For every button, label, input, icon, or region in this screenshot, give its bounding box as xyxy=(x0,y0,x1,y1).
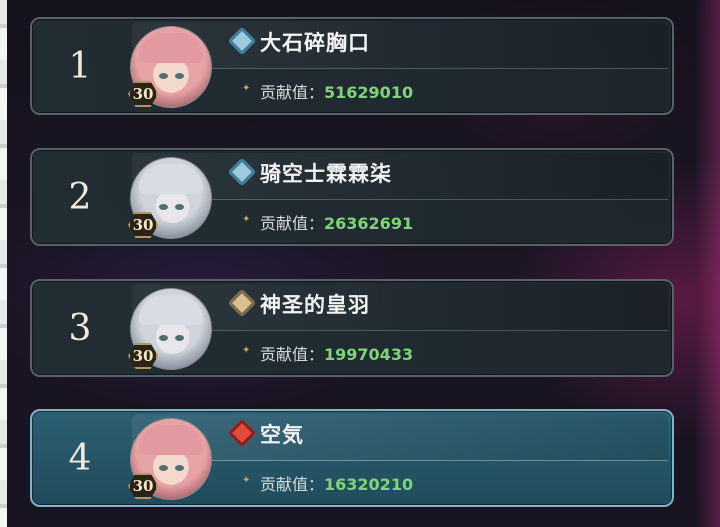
contribution-row: 贡献值：16320210 xyxy=(260,471,413,495)
star-icon: ✦ xyxy=(242,475,251,486)
avatar-eye xyxy=(159,73,168,79)
contribution-row: 贡献值：19970433 xyxy=(260,341,413,365)
name-band xyxy=(132,22,668,69)
name-band xyxy=(132,284,668,331)
rank-number: 1 xyxy=(68,45,92,87)
contribution-value: 16320210 xyxy=(324,475,414,494)
star-icon: ✦ xyxy=(242,83,251,94)
avatar-eye xyxy=(159,335,168,341)
avatar-eye xyxy=(175,204,184,210)
contribution-value: 19970433 xyxy=(324,345,414,364)
background-right-edge xyxy=(696,0,720,527)
contribution-row: 贡献值：51629010 xyxy=(260,79,413,103)
avatar-hair xyxy=(139,425,203,455)
contribution-value: 26362691 xyxy=(324,214,414,233)
avatar-hair xyxy=(139,164,203,194)
leaderboard-entry[interactable]: 2 30 骑空士霖霖柒 ✦ 贡献值：26362691 xyxy=(30,148,674,246)
player-name: 骑空士霖霖柒 xyxy=(260,162,392,186)
avatar-eye xyxy=(175,465,184,471)
contribution-label: 贡献值： xyxy=(260,83,325,102)
rank-number: 4 xyxy=(68,437,92,479)
contribution-label: 贡献值： xyxy=(260,475,325,494)
leaderboard-entry-self[interactable]: 4 30 空気 ✦ 贡献值：16320210 xyxy=(30,409,674,507)
avatar-hair xyxy=(139,33,203,63)
avatar-eye xyxy=(175,335,184,341)
rank-number: 3 xyxy=(68,307,92,349)
avatar-eye xyxy=(175,73,184,79)
player-name: 大石碎胸口 xyxy=(260,31,370,55)
name-band xyxy=(132,153,668,200)
avatar-eye xyxy=(159,204,168,210)
rank-number: 2 xyxy=(68,176,92,218)
star-icon: ✦ xyxy=(242,345,251,356)
background-left-edge xyxy=(0,0,7,527)
player-name: 神圣的皇羽 xyxy=(260,293,370,317)
leaderboard-entry[interactable]: 1 30 大石碎胸口 ✦ 贡献值：51629010 xyxy=(30,17,674,115)
contribution-value: 51629010 xyxy=(324,83,414,102)
player-name: 空気 xyxy=(260,423,304,447)
name-band xyxy=(132,414,668,461)
avatar-hair xyxy=(139,295,203,325)
leaderboard-entry[interactable]: 3 30 神圣的皇羽 ✦ 贡献值：19970433 xyxy=(30,279,674,377)
star-icon: ✦ xyxy=(242,214,251,225)
contribution-label: 贡献值： xyxy=(260,345,325,364)
avatar-eye xyxy=(159,465,168,471)
contribution-row: 贡献值：26362691 xyxy=(260,210,413,234)
contribution-label: 贡献值： xyxy=(260,214,325,233)
